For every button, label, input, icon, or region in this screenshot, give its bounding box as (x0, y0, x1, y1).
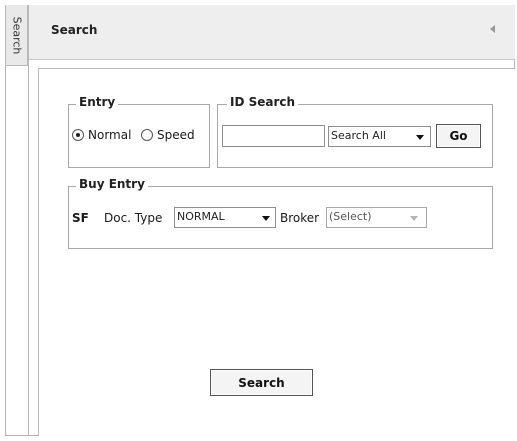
go-button-label: Go (449, 129, 468, 143)
search-scope-value: Search All (331, 129, 386, 142)
id-search-legend: ID Search (227, 95, 299, 109)
broker-value: (Select) (329, 210, 372, 223)
buy-entry-legend: Buy Entry (76, 177, 148, 191)
pane-title: Search (51, 23, 98, 37)
doc-type-value: NORMAL (177, 210, 225, 223)
search-button-label: Search (238, 375, 285, 390)
search-button[interactable]: Search (210, 369, 313, 396)
chevron-down-icon[interactable] (410, 216, 418, 221)
radio-speed[interactable] (141, 129, 153, 141)
collapse-icon[interactable] (490, 25, 495, 33)
side-tab-label: Search (10, 16, 24, 55)
chevron-down-icon[interactable] (416, 135, 424, 140)
side-tab-label-wrap: Search (5, 5, 28, 66)
radio-normal-label[interactable]: Normal (88, 128, 131, 142)
doc-type-select[interactable]: NORMAL (174, 207, 276, 228)
entry-legend: Entry (76, 95, 119, 109)
broker-label: Broker (280, 211, 320, 225)
pane-header (29, 5, 515, 60)
sf-label: SF (72, 211, 89, 225)
chevron-down-icon[interactable] (262, 216, 270, 221)
go-button[interactable]: Go (436, 124, 481, 148)
radio-normal[interactable] (72, 129, 84, 141)
side-tab-divider (28, 5, 29, 436)
doc-type-label: Doc. Type (104, 211, 163, 225)
id-search-input[interactable] (222, 125, 325, 147)
radio-speed-label[interactable]: Speed (157, 128, 195, 142)
